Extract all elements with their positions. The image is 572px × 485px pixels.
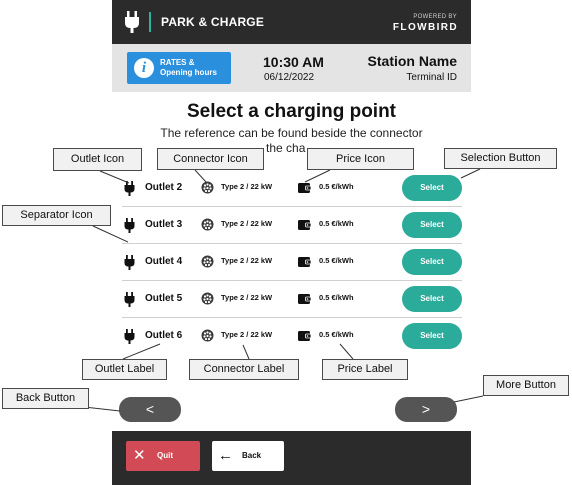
annotation-outlet-label: Outlet Label (82, 359, 167, 380)
leader-back-button (83, 406, 121, 412)
leader-separator-icon (92, 225, 129, 243)
annotation-selection-button: Selection Button (444, 148, 557, 169)
annotation-more-button: More Button (483, 375, 569, 396)
leader-outlet-label (122, 343, 161, 360)
leader-outlet-icon (99, 170, 130, 184)
annotation-price-label: Price Label (322, 359, 408, 380)
annotation-overlay: Outlet Icon Connector Icon Price Icon Se… (0, 0, 572, 485)
annotation-separator-icon: Separator Icon (2, 205, 111, 226)
leader-connector-icon (194, 169, 207, 183)
annotation-price-icon: Price Icon (307, 148, 414, 170)
annotation-connector-icon: Connector Icon (157, 148, 264, 170)
leader-connector-label (242, 344, 250, 360)
annotation-back-button: Back Button (2, 388, 89, 409)
leader-price-icon (304, 169, 331, 183)
annotation-leader-lines (83, 168, 484, 412)
leader-more-button (453, 395, 484, 403)
leader-price-label (339, 343, 354, 360)
leader-selection-button (460, 168, 481, 179)
annotation-connector-label: Connector Label (189, 359, 299, 380)
annotation-outlet-icon: Outlet Icon (53, 148, 142, 171)
